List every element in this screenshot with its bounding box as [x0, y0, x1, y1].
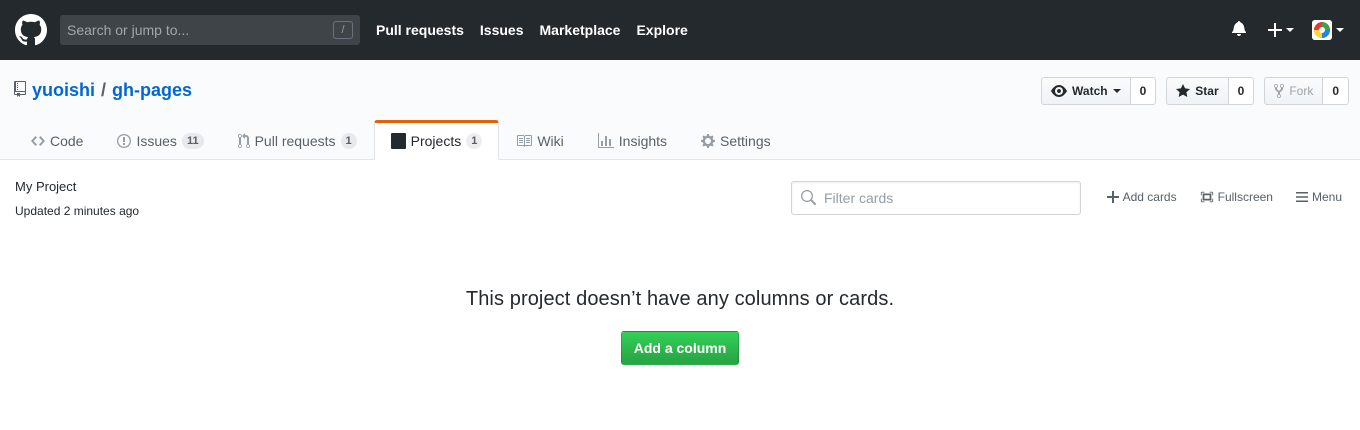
search-icon	[801, 190, 816, 205]
repo-name-link[interactable]: gh-pages	[112, 80, 192, 101]
chevron-down-icon	[1112, 89, 1121, 93]
user-menu-dropdown[interactable]	[1312, 20, 1344, 40]
watch-group: Watch 0	[1041, 77, 1157, 105]
nav-marketplace[interactable]: Marketplace	[540, 22, 621, 38]
search-shortcut-key: /	[333, 21, 353, 39]
hamburger-menu-icon	[1295, 192, 1308, 202]
issue-opened-icon	[117, 134, 132, 148]
repo-path-separator: /	[101, 80, 107, 100]
screen-full-icon	[1200, 191, 1213, 203]
tab-projects[interactable]: Projects 1	[373, 120, 500, 160]
project-actions: Add cards Fullscreen Menu	[1084, 190, 1342, 204]
repo-title: yuoishi / gh-pages	[14, 79, 192, 102]
tab-pull-requests-label: Pull requests	[254, 133, 336, 149]
repo-nav: Code Issues 11 Pull requests 1 Projects …	[14, 120, 788, 160]
nav-issues[interactable]: Issues	[480, 22, 524, 38]
global-header: / Pull requests Issues Marketplace Explo…	[0, 0, 1360, 60]
tab-issues[interactable]: Issues 11	[100, 120, 220, 160]
chevron-down-icon	[1336, 28, 1344, 32]
tab-code-label: Code	[50, 133, 84, 149]
tab-wiki-label: Wiki	[537, 133, 564, 149]
watch-button[interactable]: Watch	[1041, 77, 1131, 105]
project-header: My Project Updated 2 minutes ago Add car…	[0, 160, 1360, 230]
notifications-bell-icon[interactable]	[1232, 20, 1246, 41]
header-right	[1232, 20, 1344, 41]
git-pull-request-icon	[237, 133, 250, 148]
plus-icon	[1268, 23, 1282, 37]
blank-state-message: This project doesn’t have any columns or…	[465, 288, 895, 310]
project-updated-time: Updated 2 minutes ago	[15, 204, 140, 218]
repo-icon	[14, 81, 26, 102]
add-cards-button[interactable]: Add cards	[1106, 190, 1177, 204]
star-group: Star 0	[1166, 77, 1255, 105]
star-button[interactable]: Star	[1166, 77, 1229, 105]
filter-cards-box[interactable]	[791, 181, 1081, 215]
search-box[interactable]: /	[60, 15, 360, 45]
repo-owner-link[interactable]: yuoishi	[32, 80, 95, 101]
fork-count[interactable]: 0	[1323, 77, 1349, 105]
book-icon	[517, 135, 533, 147]
tab-insights-label: Insights	[618, 133, 668, 149]
add-cards-label: Add cards	[1122, 190, 1177, 204]
repo-actions: Watch 0 Star 0 Fork 0	[1031, 77, 1349, 105]
eye-icon	[1051, 85, 1068, 97]
nav-explore[interactable]: Explore	[636, 22, 687, 38]
project-blank-state: This project doesn’t have any columns or…	[0, 230, 1360, 365]
pulls-counter: 1	[340, 133, 357, 149]
chevron-down-icon	[1286, 28, 1294, 32]
nav-pull-requests[interactable]: Pull requests	[376, 22, 464, 38]
add-column-button[interactable]: Add a column	[620, 331, 740, 365]
tab-issues-label: Issues	[136, 133, 177, 149]
tab-wiki[interactable]: Wiki	[499, 120, 580, 160]
gear-icon	[701, 134, 716, 148]
github-logo-icon[interactable]	[14, 13, 48, 47]
watch-label: Watch	[1072, 84, 1108, 98]
repo-header: yuoishi / gh-pages Watch 0 Star 0 Fork 0	[0, 60, 1360, 160]
issues-counter: 11	[181, 133, 204, 149]
star-label: Star	[1195, 84, 1219, 98]
tab-settings[interactable]: Settings	[684, 120, 788, 160]
plus-icon	[1106, 191, 1119, 203]
tab-code[interactable]: Code	[14, 120, 100, 160]
avatar	[1312, 20, 1332, 40]
tab-insights[interactable]: Insights	[581, 120, 684, 160]
create-new-dropdown[interactable]	[1268, 23, 1294, 37]
fork-button[interactable]: Fork	[1264, 77, 1324, 105]
tab-pull-requests[interactable]: Pull requests 1	[221, 120, 374, 160]
filter-cards-input[interactable]	[824, 190, 1064, 206]
fork-group: Fork 0	[1264, 77, 1349, 105]
fullscreen-label: Fullscreen	[1217, 190, 1273, 204]
menu-button[interactable]: Menu	[1295, 190, 1342, 204]
tab-projects-label: Projects	[410, 133, 462, 149]
star-icon	[1176, 84, 1191, 97]
fullscreen-button[interactable]: Fullscreen	[1200, 190, 1273, 204]
star-count[interactable]: 0	[1228, 77, 1255, 105]
code-icon	[31, 136, 45, 146]
projects-counter: 1	[466, 133, 483, 149]
tab-settings-label: Settings	[720, 133, 771, 149]
graph-icon	[597, 133, 614, 148]
fork-icon	[1274, 83, 1285, 99]
header-nav: Pull requests Issues Marketplace Explore	[376, 22, 704, 38]
fork-label: Fork	[1289, 84, 1314, 98]
project-name[interactable]: My Project	[15, 179, 76, 194]
search-input[interactable]	[67, 22, 353, 38]
watch-count[interactable]: 0	[1130, 77, 1157, 105]
project-icon	[390, 133, 406, 149]
menu-label: Menu	[1311, 190, 1342, 204]
